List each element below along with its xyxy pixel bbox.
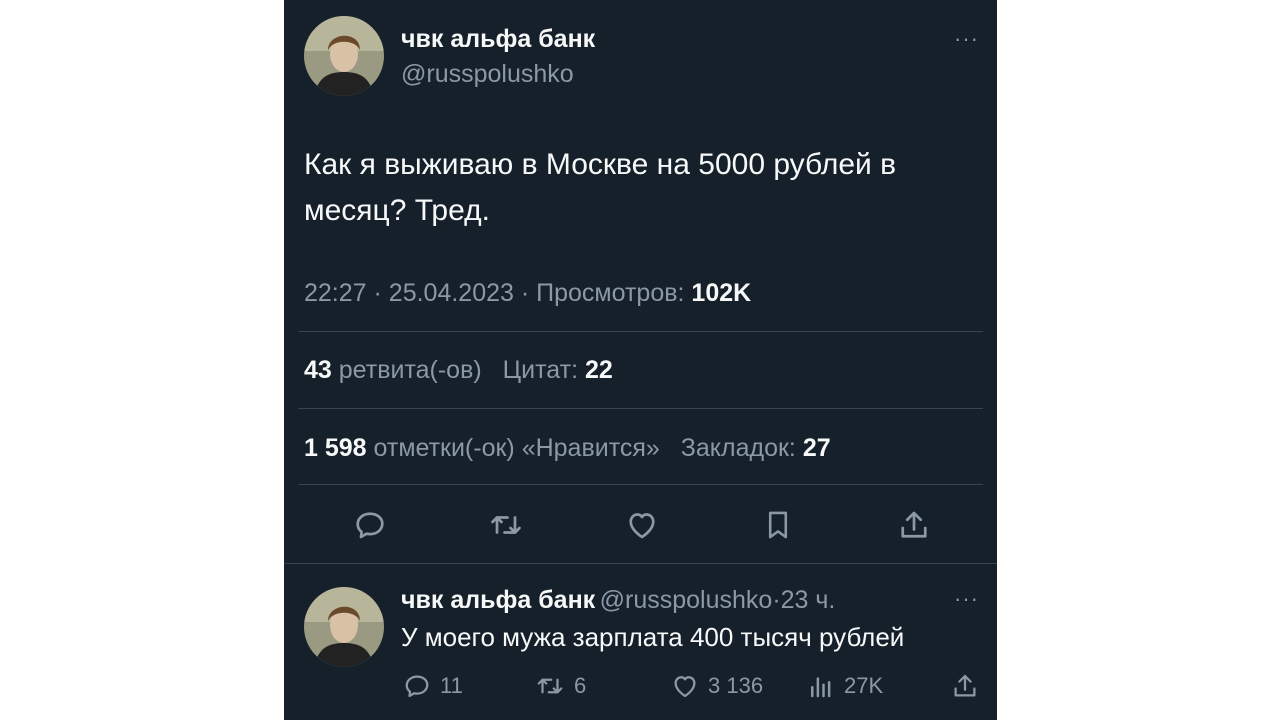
quotes-stat[interactable]: Цитат: 22 bbox=[503, 356, 613, 384]
likes-stat[interactable]: 1 598 отметки(-ок) «Нравится» bbox=[304, 434, 660, 462]
retweet-button[interactable] bbox=[486, 505, 526, 545]
retweets-count: 43 bbox=[304, 356, 332, 384]
tweet-detail-panel: чвк альфа банк @russpolushko ··· Как я в… bbox=[284, 0, 997, 720]
reply-like-button[interactable]: 3 136 bbox=[670, 671, 763, 701]
bookmark-button[interactable] bbox=[758, 505, 798, 545]
author-avatar[interactable] bbox=[304, 16, 384, 96]
reply-button[interactable] bbox=[350, 505, 390, 545]
meta-separator: · bbox=[520, 279, 530, 307]
bookmarks-label: Закладок: bbox=[680, 434, 796, 462]
bookmark-icon bbox=[768, 511, 788, 539]
reply-separator: · bbox=[772, 586, 781, 614]
author-name[interactable]: чвк альфа банк bbox=[401, 25, 595, 54]
like-button[interactable] bbox=[622, 505, 662, 545]
reply-views-count: 27K bbox=[844, 673, 884, 698]
divider bbox=[298, 484, 983, 485]
reply-reply-button[interactable]: 11 bbox=[402, 671, 463, 701]
tweet-date[interactable]: 25.04.2023 bbox=[389, 279, 514, 307]
meta-separator: · bbox=[373, 279, 382, 307]
reply-author-name[interactable]: чвк альфа банк bbox=[401, 586, 595, 614]
views-chart-icon bbox=[811, 677, 831, 698]
share-icon bbox=[901, 511, 927, 538]
reply-text: У моего мужа зарплата 400 тысяч рублей bbox=[401, 622, 905, 652]
reply-more-options-icon[interactable]: ··· bbox=[954, 588, 979, 610]
reply-header: чвк альфа банк @russpolushko·23 ч. bbox=[401, 586, 835, 615]
retweet-icon bbox=[491, 516, 521, 534]
bookmarks-stat[interactable]: Закладок: 27 bbox=[681, 434, 831, 462]
share-icon bbox=[954, 674, 976, 697]
reply-author-avatar[interactable] bbox=[304, 587, 384, 667]
more-options-icon[interactable]: ··· bbox=[954, 28, 979, 50]
divider bbox=[298, 408, 983, 409]
like-icon bbox=[674, 676, 696, 698]
reply-retweets-count: 6 bbox=[574, 673, 587, 698]
reply-icon bbox=[356, 512, 384, 539]
tweet-meta: 22:27 · 25.04.2023 · Просмотров: 102K bbox=[304, 279, 751, 308]
share-button[interactable] bbox=[894, 505, 934, 545]
tweet-time[interactable]: 22:27 bbox=[304, 279, 367, 307]
tweet-text: Как я выживаю в Москве на 5000 рублей в … bbox=[304, 148, 897, 227]
reply-replies-count: 11 bbox=[440, 673, 463, 698]
like-bookmark-stats: 1 598 отметки(-ок) «Нравится» Закладок: … bbox=[304, 434, 831, 463]
reply-share-button[interactable] bbox=[950, 671, 988, 701]
retweet-quote-stats: 43 ретвита(-ов) Цитат: 22 bbox=[304, 356, 613, 385]
bookmarks-count: 27 bbox=[802, 434, 831, 462]
reply-views-button[interactable]: 27K bbox=[806, 671, 883, 701]
reply-icon bbox=[405, 675, 429, 698]
retweets-stat[interactable]: 43 ретвита(-ов) bbox=[304, 356, 482, 384]
reply-retweet-button[interactable]: 6 bbox=[534, 671, 586, 701]
likes-count: 1 598 bbox=[304, 434, 367, 462]
like-icon bbox=[629, 513, 655, 539]
views-count: 102K bbox=[691, 279, 752, 307]
divider bbox=[298, 331, 983, 332]
reply-author-handle[interactable]: @russpolushko bbox=[600, 586, 773, 614]
author-handle[interactable]: @russpolushko bbox=[401, 60, 574, 89]
reply-likes-count: 3 136 bbox=[708, 673, 764, 698]
quotes-count: 22 bbox=[584, 356, 613, 384]
reply-time[interactable]: 23 ч. bbox=[781, 586, 836, 614]
likes-label: отметки(-ок) «Нравится» bbox=[373, 434, 660, 462]
divider bbox=[284, 563, 997, 564]
retweet-icon bbox=[537, 678, 563, 694]
quotes-label: Цитат: bbox=[502, 356, 579, 384]
retweets-label: ретвита(-ов) bbox=[338, 356, 482, 384]
views-label: Просмотров: bbox=[536, 279, 685, 307]
